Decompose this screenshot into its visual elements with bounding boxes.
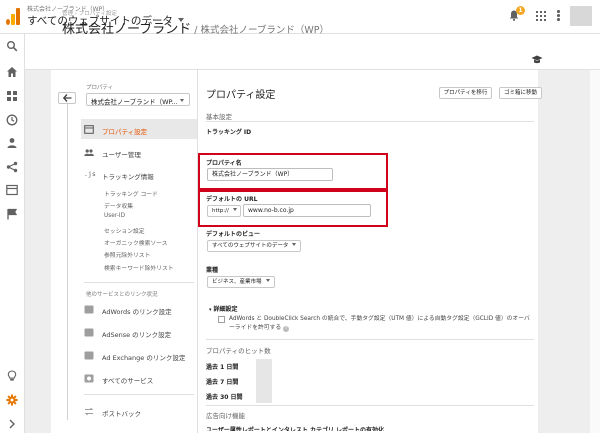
customization-icon[interactable]: [6, 90, 18, 102]
nav-item-label: Ad Exchange のリンク設定: [102, 354, 186, 362]
nav-item-label: ユーザー管理: [102, 151, 141, 159]
basic-settings-heading: 基本設定: [206, 113, 232, 121]
advertising-features-heading: 広告向け機能: [206, 412, 245, 420]
page-header: [25, 34, 600, 70]
search-icon[interactable]: [6, 40, 18, 52]
default-url-input[interactable]: www.no-b.co.jp: [243, 204, 371, 217]
chevron-down-icon: [180, 99, 184, 102]
lightbulb-icon[interactable]: [6, 370, 18, 382]
sub-item-organic-sources[interactable]: オーガニック検索ソース: [104, 238, 167, 247]
move-property-button[interactable]: プロパティを移行: [439, 87, 492, 99]
account-name: 株式会社ノーブランド: [62, 22, 192, 37]
advanced-settings-toggle[interactable]: ▾ 詳細設定: [209, 304, 238, 313]
nav-divider: [84, 282, 194, 283]
more-vert-icon[interactable]: [557, 10, 560, 22]
back-button[interactable]: [58, 92, 76, 104]
arrow-back-icon: [62, 94, 71, 102]
industry-value: ビジネス、産業市場: [212, 279, 262, 285]
nav-item-label: トラッキング情報: [102, 173, 154, 181]
notification-badge: 1: [516, 6, 525, 15]
product-linking-heading: 他のサービスとのリンク状況: [86, 292, 158, 298]
page-title: 株式会社ノーブランド / 株式会社ノーブランド（WP）: [62, 18, 329, 37]
breadcrumb[interactable]: 管理 › プロパティ設定: [62, 9, 117, 17]
sub-item-user-id[interactable]: User-ID: [104, 213, 125, 219]
gear-icon[interactable]: [6, 394, 18, 406]
expand-triangle-icon: ▾: [209, 307, 212, 313]
property-hits-heading: プロパティのヒット数: [206, 347, 271, 355]
nav-item-label: AdSense のリンク設定: [102, 331, 172, 339]
default-view-select[interactable]: すべてのウェブサイトのデータ: [207, 240, 302, 252]
advanced-settings-label: 詳細設定: [213, 306, 238, 313]
property-name-input[interactable]: 株式会社ノーブランド（WP）: [207, 168, 333, 181]
sub-item-tracking-code[interactable]: トラッキング コード: [104, 189, 158, 198]
default-view-value: すべてのウェブサイトのデータ: [212, 243, 289, 249]
nav-divider: [84, 394, 194, 395]
nav-item-label: ポストバック: [102, 410, 141, 418]
tracking-id-label: トラッキング ID: [206, 129, 252, 136]
protocol-value: http://: [212, 208, 229, 214]
default-view-label: デフォルトのビュー: [206, 231, 261, 238]
home-icon[interactable]: [6, 66, 18, 78]
hits-last-30-days: 過去 30 日間: [206, 394, 243, 401]
all-products-icon: [84, 374, 94, 383]
divider: [206, 405, 534, 406]
settings-title: プロパティ設定: [206, 90, 276, 101]
apps-grid-icon[interactable]: [536, 11, 546, 21]
graduation-cap-icon[interactable]: [531, 55, 543, 65]
property-name-label: プロパティ名: [206, 160, 242, 167]
person-icon[interactable]: [6, 137, 18, 149]
analytics-logo[interactable]: [6, 7, 20, 25]
avatar[interactable]: [570, 6, 592, 26]
divider: [206, 121, 534, 122]
adexchange-icon: [84, 351, 94, 360]
chevron-down-icon: [232, 208, 237, 211]
nav-item-label: プロパティ設定: [102, 128, 148, 136]
override-tagging-checkbox[interactable]: [218, 316, 225, 323]
sub-item-search-term-exclusion[interactable]: 検索キーワード除外リスト: [104, 263, 174, 272]
nav-connector-line: [67, 104, 68, 420]
property-name-subtitle: / 株式会社ノーブランド（WP）: [194, 25, 330, 36]
property-selector-label: プロパティ: [86, 85, 114, 91]
property-selector[interactable]: 株式会社ノーブランド（WP...: [86, 93, 190, 106]
adwords-icon: [84, 305, 94, 314]
sub-item-session-settings[interactable]: セッション設定: [104, 226, 145, 235]
sub-item-data-collection[interactable]: データ収集: [104, 201, 133, 210]
tracking-js-icon: .js: [84, 170, 96, 178]
protocol-select[interactable]: http://: [207, 205, 241, 217]
hits-last-7-days: 過去 7 日間: [206, 379, 239, 386]
nav-item-label: すべてのサービス: [102, 377, 154, 385]
adsense-icon: [84, 328, 94, 337]
left-rail: [0, 34, 25, 433]
behavior-icon[interactable]: [6, 184, 18, 196]
industry-select[interactable]: ビジネス、産業市場: [207, 276, 275, 288]
users-icon: [84, 149, 94, 156]
industry-label: 業種: [206, 267, 219, 274]
help-icon[interactable]: ?: [283, 326, 290, 332]
property-settings-icon: [84, 125, 94, 134]
hits-last-1-day: 過去 1 日間: [206, 364, 239, 371]
right-gutter: [590, 70, 600, 433]
nav-item-label: AdWords のリンク設定: [102, 308, 172, 316]
chevron-down-icon: [292, 243, 297, 246]
redacted-hit-values: [256, 359, 272, 403]
override-tagging-text: AdWords と DoubleClick Search の統合で、手動タグ設定…: [229, 316, 530, 331]
override-tagging-description: AdWords と DoubleClick Search の統合で、手動タグ設定…: [229, 315, 534, 333]
demographics-reports-label: ユーザー属性レポートとインタレスト カテゴリ レポートの有効化: [206, 427, 385, 431]
chevron-down-icon: [265, 279, 270, 282]
acquisition-icon[interactable]: [6, 161, 18, 173]
property-selector-value: 株式会社ノーブランド（WP...: [91, 98, 178, 106]
default-url-label: デフォルトの URL: [206, 196, 258, 203]
clock-icon[interactable]: [6, 114, 18, 126]
expand-icon[interactable]: [6, 418, 18, 430]
postback-arrows-icon: [84, 407, 94, 416]
move-to-trash-button[interactable]: ゴミ箱に移動: [499, 87, 542, 99]
flag-icon[interactable]: [6, 208, 18, 220]
divider: [206, 339, 534, 340]
sub-item-referral-exclusion[interactable]: 参照元除外リスト: [104, 250, 150, 259]
